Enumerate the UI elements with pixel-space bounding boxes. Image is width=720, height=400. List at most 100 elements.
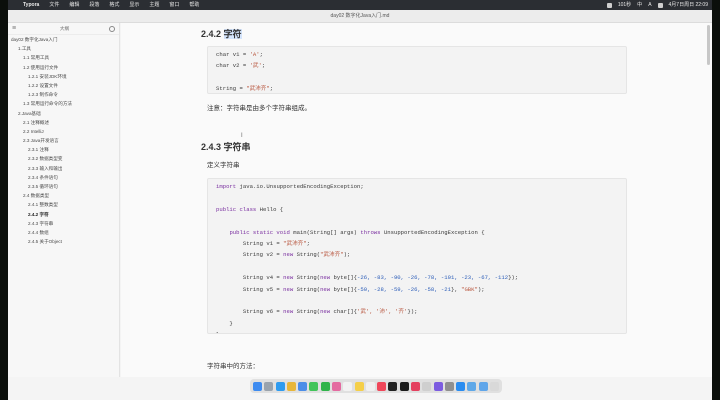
outline-item[interactable]: 2.3.5 循环语句 (8, 182, 119, 191)
outline-item[interactable]: 1.2 使用运行文件 (8, 63, 119, 72)
outline-item[interactable]: 1.2.3 制作命令 (8, 90, 119, 99)
outline-list: day02 数字化Java入门 1.工具 1.1 常用工具 1.2 使用运行文件 1.2… (8, 35, 119, 246)
code-block-char[interactable]: char v1 = 'A'; char v2 = '武'; String = "武沛… (207, 46, 627, 94)
outline-sidebar: ≡ 大纲 day02 数字化Java入门 1.工具 1.1 常用工具 1.2 使用运行… (8, 23, 120, 377)
outline-item[interactable]: 1.2.1 安装JDK环境 (8, 72, 119, 81)
editor-pane[interactable]: 2.4.2 字符 char v1 = 'A'; char v2 = '武'; Str… (121, 23, 712, 377)
code-token: ); (343, 251, 351, 259)
outline-item[interactable]: 2.4.3 字符串 (8, 219, 119, 228)
preview-icon[interactable] (433, 381, 443, 391)
mail-icon[interactable] (298, 381, 308, 391)
chrome-icon[interactable] (286, 381, 296, 391)
code-token: }, (451, 285, 462, 293)
reminders-icon[interactable] (365, 381, 375, 391)
code-token: String v5 = (216, 285, 284, 293)
code-token: } (216, 331, 219, 333)
code-token: String = (216, 85, 247, 93)
typora-icon[interactable] (422, 381, 432, 391)
idea-icon[interactable] (410, 381, 420, 391)
clock[interactable]: 4月7日周日 22:09 (669, 0, 708, 10)
code-line: } (216, 329, 618, 333)
music-icon[interactable] (377, 381, 387, 391)
code-line: char v1 = 'A'; (216, 49, 618, 60)
code-token: ; (259, 51, 264, 58)
folder-icon[interactable] (467, 381, 477, 391)
menu-file[interactable]: 文件 (44, 0, 64, 10)
code-line: import java.io.UnsupportedEncodingExcept… (216, 181, 618, 192)
outline-item[interactable]: 2.4.5 关于Object (8, 237, 119, 246)
photos-icon[interactable] (331, 381, 341, 391)
status-icon[interactable] (606, 2, 612, 8)
menu-app-name[interactable]: Typora (18, 0, 44, 10)
menu-help[interactable]: 帮助 (184, 0, 204, 10)
code-line: char v2 = '武'; (216, 60, 618, 71)
hamburger-icon[interactable]: ≡ (12, 25, 20, 32)
code-token: "武沛齐" (283, 239, 307, 247)
outline-item[interactable]: 2.Java基础 (8, 109, 119, 118)
heading-2-4-3: 2.4.3 字符串 (201, 142, 251, 152)
appstore-icon[interactable] (456, 381, 466, 391)
outline-item[interactable]: 2.2 IntelliJ (8, 127, 119, 136)
messages-icon[interactable] (309, 381, 319, 391)
trash-icon[interactable] (489, 381, 499, 391)
menu-paragraph[interactable]: 段落 (84, 0, 104, 10)
outline-item[interactable]: day02 数字化Java入门 (8, 35, 119, 44)
outline-item[interactable]: 2.4 数据类型 (8, 191, 119, 200)
outline-item[interactable]: 2.1 注释概述 (8, 118, 119, 127)
outline-item[interactable]: 1.3 常用运行命令的方法 (8, 99, 119, 108)
code-token: char v2 = (216, 62, 250, 70)
code-token: java.io.UnsupportedEncodingException; (236, 183, 364, 190)
outline-item[interactable]: 2.4.1 整数类型 (8, 200, 119, 209)
status-input-method[interactable]: 中 (637, 0, 642, 10)
launchpad-icon[interactable] (264, 381, 274, 391)
status-keyboard[interactable]: A (648, 0, 651, 10)
wifi-icon[interactable] (657, 2, 663, 8)
scrollbar[interactable] (707, 25, 710, 65)
menu-view[interactable]: 显示 (124, 0, 144, 10)
menu-edit[interactable]: 编辑 (64, 0, 84, 10)
code-token: new (283, 285, 294, 293)
dock (250, 379, 502, 393)
code-token: ; (261, 62, 266, 70)
code-token: } (216, 319, 233, 327)
code-line: String v6 = new String(new char[]{'武', '… (216, 306, 618, 317)
wechat-icon[interactable] (320, 381, 330, 391)
code-token: new (283, 308, 294, 316)
finder-icon[interactable] (253, 381, 262, 391)
status-timer[interactable]: 101秒 (618, 0, 631, 10)
outline-item[interactable]: 1.工具 (8, 44, 119, 53)
code-token: '武', '沛', '齐' (357, 308, 408, 316)
settings-icon[interactable] (444, 381, 454, 391)
search-icon[interactable] (109, 25, 115, 32)
terminal-icon[interactable] (388, 381, 398, 391)
outline-item[interactable]: 2.4.2 字符 (8, 210, 119, 219)
menu-window[interactable]: 窗口 (164, 0, 184, 10)
outline-item[interactable]: 2.3.3 输入和输出 (8, 164, 119, 173)
menu-theme[interactable]: 主题 (144, 0, 164, 10)
outline-item[interactable]: 2.3.4 条件语句 (8, 173, 119, 182)
outline-item[interactable]: 2.4.4 数组 (8, 228, 119, 237)
safari-icon[interactable] (275, 381, 285, 391)
outline-item[interactable]: 1.1 常用工具 (8, 53, 119, 62)
pycharm-icon[interactable] (399, 381, 409, 391)
code-line: } (216, 318, 618, 329)
outline-item[interactable]: 2.3.2 数据类型变 (8, 154, 119, 163)
notes-icon[interactable] (354, 381, 364, 391)
menu-format[interactable]: 格式 (104, 0, 124, 10)
code-token: String( (293, 285, 321, 293)
outline-item[interactable]: 2.3.1 注释 (8, 145, 119, 154)
sidebar-header: ≡ 大纲 (8, 23, 119, 35)
code-token: public static void (229, 228, 290, 236)
mouse-cursor: I (241, 133, 243, 139)
outline-item[interactable]: 2.3 Java开发语言 (8, 136, 119, 145)
code-block-string[interactable]: import java.io.UnsupportedEncodingExcept… (207, 178, 627, 334)
downloads-icon[interactable] (478, 381, 488, 391)
outline-item[interactable]: 1.2.2 设置文件 (8, 81, 119, 90)
code-line: public class Hello { (216, 204, 618, 215)
code-token: -26, -83, -90, -26, -78, -101, -23, -67,… (357, 274, 509, 282)
calendar-icon[interactable] (343, 381, 353, 391)
code-token: }); (508, 274, 519, 282)
